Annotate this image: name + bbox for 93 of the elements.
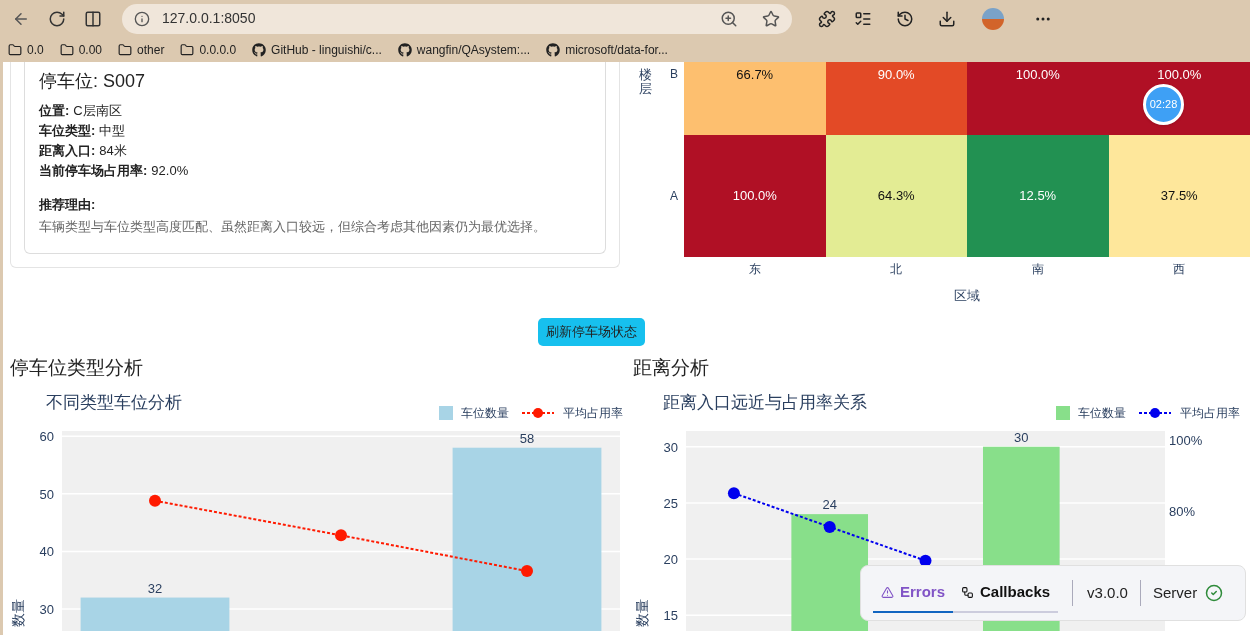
- field-value: 中型: [99, 122, 126, 140]
- column-label: 东: [747, 261, 762, 278]
- data-point: [823, 520, 836, 533]
- reason-text: 车辆类型与车位类型高度匹配、虽然距离入口较远，但综合考虑其他因素仍为最优选择。: [39, 217, 547, 236]
- favorites-icon[interactable]: [854, 9, 872, 28]
- axis-tick-label: 50: [39, 486, 54, 502]
- spot-title: 停车位: S007: [39, 70, 147, 93]
- extensions-icon[interactable]: [818, 9, 836, 28]
- reason-label: 推荐理由:: [39, 196, 97, 214]
- row-label: A: [670, 188, 678, 205]
- tabs-icon[interactable]: [84, 9, 102, 28]
- data-point: [335, 529, 347, 542]
- cell-value: 100.0%: [1157, 66, 1202, 84]
- folder-icon: [118, 42, 133, 57]
- history-icon[interactable]: [896, 9, 914, 28]
- bookmark-item[interactable]: wangfin/QAsystem:...: [397, 40, 531, 59]
- section-heading: 距离分析: [633, 356, 710, 380]
- dev-tab[interactable]: Errors: [873, 573, 954, 613]
- axis-tick-label: 100%: [1169, 432, 1203, 448]
- dev-tab[interactable]: Callbacks: [953, 573, 1059, 613]
- refresh-button[interactable]: 刷新停车场状态: [538, 318, 645, 346]
- axis-tick-label: 15: [663, 608, 678, 624]
- refresh-icon[interactable]: [48, 9, 66, 28]
- nodes-icon: [961, 585, 975, 599]
- section-heading: 停车位类型分析: [10, 356, 144, 380]
- axis-tick-label: 20: [663, 552, 678, 568]
- bookmark-item[interactable]: 0.0: [8, 40, 44, 59]
- github-icon: [397, 42, 412, 57]
- field-label: 距离入口:: [39, 142, 96, 160]
- folder-icon: [59, 42, 74, 57]
- bookmark-item[interactable]: 0.0.0.0: [180, 40, 237, 59]
- cell-value: 12.5%: [1019, 187, 1057, 206]
- server-label: Server: [1152, 582, 1198, 603]
- legend-label: 车位数量: [461, 405, 509, 422]
- bar-value-label: 58: [519, 431, 535, 446]
- bar-value-label: 30: [1014, 431, 1029, 445]
- info-icon[interactable]: [134, 10, 150, 27]
- cell-value: 100.0%: [732, 187, 777, 206]
- axis-tick-label: 60: [39, 431, 54, 445]
- cell-value: 100.0%: [1015, 66, 1060, 84]
- legend-line-icon: [1138, 407, 1172, 419]
- axis-title: 数量: [634, 599, 650, 627]
- favorite-star-icon[interactable]: [762, 9, 780, 28]
- chart-title: 不同类型车位分析: [46, 392, 182, 414]
- axis-tick-label: 30: [663, 439, 678, 455]
- data-point: [727, 487, 740, 500]
- field-value: 84米: [99, 142, 127, 160]
- axis-tick-label: 30: [39, 602, 54, 618]
- address-bar[interactable]: 127.0.0.1:8050: [122, 3, 792, 34]
- cell-value: 64.3%: [877, 187, 915, 206]
- zoom-icon[interactable]: [720, 9, 738, 28]
- legend-label: 平均占用率: [563, 405, 623, 422]
- axis-tick-label: 80%: [1169, 503, 1196, 519]
- bar-value-label: 24: [822, 497, 837, 513]
- github-icon: [546, 42, 561, 57]
- field-label: 车位类型:: [39, 122, 96, 140]
- cell-value: 90.0%: [877, 66, 915, 84]
- bookmark-item[interactable]: GitHub - linguishi/c...: [252, 40, 382, 59]
- folder-icon: [180, 42, 195, 57]
- version-label: v3.0.0: [1087, 582, 1128, 603]
- check-icon: [1205, 584, 1224, 602]
- axis-tick-label: 40: [39, 544, 54, 560]
- column-label: 西: [1172, 261, 1187, 278]
- field-value: 92.0%: [151, 162, 189, 180]
- bookmark-item[interactable]: other: [118, 40, 165, 59]
- cell-value: 37.5%: [1160, 187, 1198, 206]
- bookmark-item[interactable]: 0.00: [59, 40, 103, 59]
- field-label: 当前停车场占用率:: [39, 162, 148, 180]
- bar-value-label: 32: [147, 580, 163, 596]
- download-icon[interactable]: [938, 9, 956, 28]
- axis-tick-label: 25: [663, 495, 678, 511]
- bookmark-item[interactable]: microsoft/data-for...: [546, 40, 668, 59]
- legend-label: 平均占用率: [1180, 405, 1240, 422]
- column-label: 南: [1030, 261, 1045, 278]
- github-icon: [252, 42, 267, 57]
- data-point: [149, 494, 161, 507]
- axis-title: 数量: [10, 599, 26, 627]
- field-label: 位置:: [39, 102, 70, 120]
- legend-swatch-icon: [1056, 406, 1070, 420]
- cell-value: 66.7%: [736, 66, 774, 84]
- data-point: [521, 565, 533, 578]
- url-text: 127.0.0.1:8050: [162, 9, 257, 28]
- field-value: C层南区: [73, 102, 122, 120]
- legend-label: 车位数量: [1078, 405, 1126, 422]
- row-label: B: [670, 66, 678, 83]
- chart-title: 距离入口远近与占用率关系: [663, 392, 867, 414]
- column-label: 北: [889, 261, 904, 278]
- axis-title: 楼层: [639, 68, 652, 97]
- legend-line-icon: [521, 407, 555, 419]
- folder-icon: [8, 42, 22, 57]
- axis-title: 区域: [954, 287, 980, 305]
- legend-swatch-icon: [439, 406, 453, 420]
- warning-icon: [881, 585, 894, 599]
